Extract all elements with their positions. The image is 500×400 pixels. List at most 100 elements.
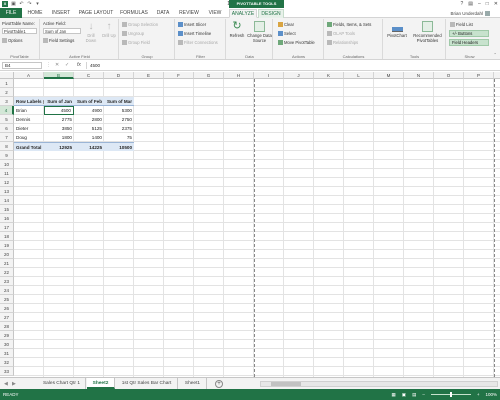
- pivot-value-cell[interactable]: 4900: [74, 106, 104, 115]
- row-header-32[interactable]: 32: [0, 358, 14, 367]
- row-header-8[interactable]: 8: [0, 142, 14, 151]
- pivot-row-label[interactable]: Dieter: [14, 124, 44, 133]
- close-icon[interactable]: ✕: [494, 0, 498, 8]
- pivot-grand-total-cell[interactable]: 14225: [74, 142, 104, 151]
- prev-sheet-icon[interactable]: ◀: [4, 380, 8, 388]
- sheet-tab-sales-chart-qtr-1[interactable]: Sales Chart Qtr 1: [38, 378, 86, 389]
- column-header-m[interactable]: M: [374, 72, 404, 79]
- pivot-grand-total-cell[interactable]: 12925: [44, 142, 74, 151]
- group-selection-button[interactable]: Group Selection: [122, 22, 158, 28]
- pivot-grand-total-label[interactable]: Grand Total: [14, 142, 44, 151]
- ungroup-button[interactable]: Ungroup: [122, 31, 144, 37]
- pivottable-name-input[interactable]: PivotTable1: [2, 28, 37, 34]
- ribbon-display-icon[interactable]: ▤: [468, 0, 473, 8]
- zoom-slider-thumb[interactable]: [449, 392, 452, 397]
- row-header-11[interactable]: 11: [0, 169, 14, 178]
- insert-timeline-button[interactable]: Insert Timeline: [178, 31, 211, 37]
- page-layout-view-icon[interactable]: ▣: [402, 389, 406, 400]
- pivot-value-cell[interactable]: 3850: [44, 124, 74, 133]
- column-header-q[interactable]: Q: [494, 72, 500, 79]
- row-header-24[interactable]: 24: [0, 286, 14, 295]
- restore-icon[interactable]: □: [486, 0, 489, 8]
- page-break-view-icon[interactable]: ▤: [412, 389, 416, 400]
- column-header-i[interactable]: I: [254, 72, 284, 79]
- field-headers-toggle[interactable]: Field Headers: [449, 39, 489, 46]
- column-header-f[interactable]: F: [164, 72, 194, 79]
- move-pivottable-button[interactable]: Move PivotTable: [278, 40, 315, 46]
- pivot-value-cell[interactable]: 75: [104, 133, 134, 142]
- pivot-value-cell[interactable]: 5125: [74, 124, 104, 133]
- column-header-d[interactable]: D: [104, 72, 134, 79]
- column-header-g[interactable]: G: [194, 72, 224, 79]
- drill-down-button[interactable]: ↓ Drill Down: [83, 21, 99, 43]
- row-header-20[interactable]: 20: [0, 250, 14, 259]
- recommended-pivottables-button[interactable]: Recommended PivotTables: [410, 21, 445, 43]
- row-header-1[interactable]: 1: [0, 79, 14, 88]
- column-header-p[interactable]: P: [464, 72, 494, 79]
- pivot-row-label[interactable]: Dennis: [14, 115, 44, 124]
- help-icon[interactable]: ?: [460, 0, 463, 8]
- zoom-slider[interactable]: [430, 392, 471, 397]
- name-box[interactable]: B4: [2, 62, 42, 69]
- zoom-out-button[interactable]: –: [422, 389, 425, 400]
- formula-input[interactable]: 4500: [86, 62, 491, 69]
- cancel-icon[interactable]: ✕: [55, 62, 59, 69]
- row-header-9[interactable]: 9: [0, 151, 14, 160]
- column-header-c[interactable]: C: [74, 72, 104, 79]
- pivot-header-cell[interactable]: Sum of Jan: [44, 97, 74, 106]
- refresh-button[interactable]: ↻ Refresh: [228, 21, 246, 39]
- column-header-b[interactable]: B: [44, 72, 74, 79]
- column-header-j[interactable]: J: [284, 72, 314, 79]
- olap-tools-button[interactable]: OLAP Tools: [327, 31, 355, 37]
- pivot-header-cell[interactable]: Row Labels▾: [14, 97, 44, 106]
- column-header-h[interactable]: H: [224, 72, 254, 79]
- pivot-value-cell[interactable]: 2800: [74, 115, 104, 124]
- tab-review[interactable]: REVIEW: [176, 9, 202, 18]
- pivot-grand-total-cell[interactable]: 10500: [104, 142, 134, 151]
- row-header-6[interactable]: 6: [0, 124, 14, 133]
- pivot-value-cell[interactable]: 2375: [104, 124, 134, 133]
- drill-up-button[interactable]: ↑ Drill Up: [101, 21, 117, 38]
- pivot-header-cell[interactable]: Sum of Feb: [74, 97, 104, 106]
- row-header-18[interactable]: 18: [0, 232, 14, 241]
- row-header-23[interactable]: 23: [0, 277, 14, 286]
- row-header-29[interactable]: 29: [0, 331, 14, 340]
- row-header-4[interactable]: 4: [0, 106, 14, 115]
- column-header-a[interactable]: A: [14, 72, 44, 79]
- fields-items-sets-button[interactable]: Fields, Items, & Sets: [327, 22, 371, 28]
- tab-file[interactable]: FILE: [0, 8, 22, 18]
- tab-formulas[interactable]: FORMULAS: [118, 9, 150, 18]
- row-header-15[interactable]: 15: [0, 205, 14, 214]
- row-header-13[interactable]: 13: [0, 187, 14, 196]
- sheet-tab-1st-qtr-sales-bar-chart[interactable]: 1st Qtr Sales Bar Chart: [116, 378, 178, 389]
- pivot-header-cell[interactable]: Sum of Mar: [104, 97, 134, 106]
- add-sheet-button[interactable]: +: [215, 380, 223, 388]
- row-header-27[interactable]: 27: [0, 313, 14, 322]
- row-header-17[interactable]: 17: [0, 223, 14, 232]
- active-field-input[interactable]: Sum of Jan: [43, 28, 81, 34]
- column-header-l[interactable]: L: [344, 72, 374, 79]
- row-header-14[interactable]: 14: [0, 196, 14, 205]
- row-header-28[interactable]: 28: [0, 322, 14, 331]
- pivotchart-button[interactable]: PivotChart: [385, 21, 409, 38]
- row-header-22[interactable]: 22: [0, 268, 14, 277]
- row-header-19[interactable]: 19: [0, 241, 14, 250]
- pivot-value-cell[interactable]: 2775: [44, 115, 74, 124]
- row-header-21[interactable]: 21: [0, 259, 14, 268]
- pivot-value-cell[interactable]: 1800: [44, 133, 74, 142]
- row-header-2[interactable]: 2: [0, 88, 14, 97]
- pivot-value-cell[interactable]: 4500: [44, 106, 74, 115]
- field-list-button[interactable]: Field List: [450, 22, 473, 28]
- select-all-corner[interactable]: [0, 72, 14, 79]
- row-header-31[interactable]: 31: [0, 349, 14, 358]
- pivot-value-cell[interactable]: 2750: [104, 115, 134, 124]
- tab-page-layout[interactable]: PAGE LAYOUT: [76, 9, 116, 18]
- field-settings-button[interactable]: Field Settings: [43, 38, 74, 44]
- sheet-tab-sheet2[interactable]: Sheet2: [87, 378, 115, 389]
- row-header-25[interactable]: 25: [0, 295, 14, 304]
- zoom-in-button[interactable]: +: [477, 389, 480, 400]
- zoom-level[interactable]: 100%: [485, 389, 497, 400]
- collapse-ribbon-icon[interactable]: ⌃: [493, 52, 497, 57]
- tab-design[interactable]: DESIGN: [258, 9, 284, 18]
- insert-slicer-button[interactable]: Insert Slicer: [178, 22, 206, 28]
